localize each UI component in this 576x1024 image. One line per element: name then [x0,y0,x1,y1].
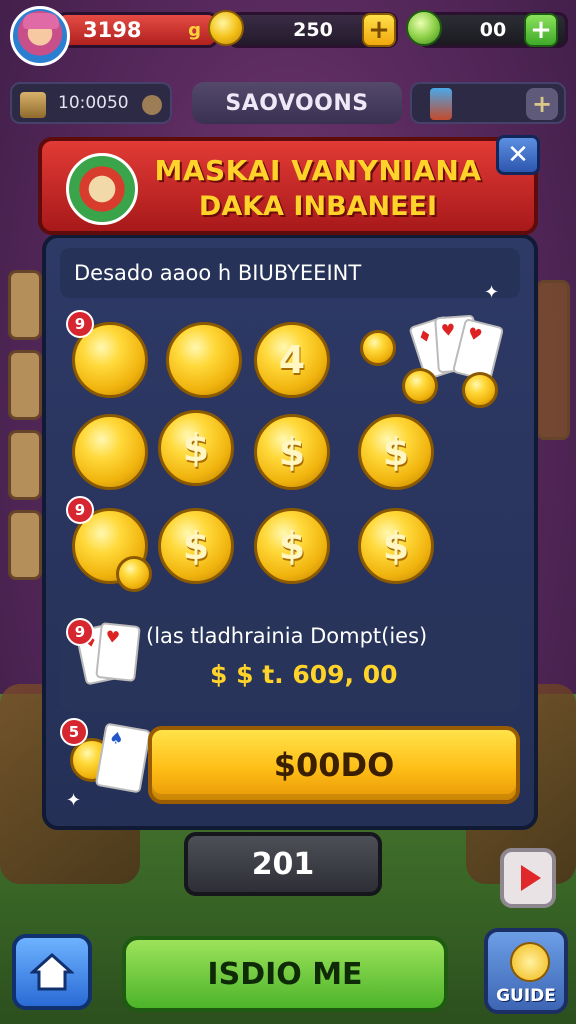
character-emblem-icon [66,153,138,225]
dialog-title-line2: DAKA INBANEEI [198,191,438,222]
count-badge: 5 [60,718,88,746]
guide-button[interactable]: GUIDE [484,928,568,1014]
coin-item[interactable]: $ [358,414,434,490]
play-icon [521,865,541,891]
inventory-value: 10:0050 [58,93,129,113]
coin-item[interactable]: $ [358,508,434,584]
coin-item[interactable]: $ [158,410,234,486]
home-button[interactable] [12,934,92,1010]
main-action-button[interactable]: ISDIO ME [122,936,448,1012]
coin-grid: 9 4 ♦ ♥ ♥ $ $ $ 9 $ $ $ [60,302,526,602]
offer-box[interactable]: 9 ♦ ♥ (las tladhrainia Dompt(ies) $ $ t.… [60,614,520,712]
count-badge: 9 [66,496,94,524]
offer-title: (las tladhrainia Dompt(ies) [146,624,428,648]
coin-small [116,556,152,592]
side-character-card [8,510,42,580]
home-icon [30,952,74,991]
ticket-icon [406,10,442,46]
coins-suffix: g [188,19,201,41]
coin-item[interactable]: $ [158,508,234,584]
side-character-card [8,350,42,420]
coin-item[interactable] [166,322,242,398]
dialog-title-line1: MASKAI VANYNIANA [154,154,482,187]
coin-item[interactable]: 4 [254,322,330,398]
secondary-bar: 10:0050 SAOVOONS + [10,82,566,126]
gems-value: 250 [293,19,333,41]
plus-icon: + [530,15,552,45]
coin-item[interactable]: $ [254,414,330,490]
tickets-value: 00 [479,19,507,41]
coin-item[interactable]: $ [254,508,330,584]
add-drink-button[interactable]: + [526,88,558,120]
count-badge: 9 [66,310,94,338]
dialog-panel: Desado aaoo h BIUBYEEINT 9 4 ♦ ♥ ♥ $ $ $… [42,234,538,830]
coins-counter: 3198 g [56,12,218,48]
guide-label: GUIDE [496,986,556,1006]
drink-icon [430,88,452,120]
drink-counter[interactable]: + [410,82,566,124]
avatar-hair [23,13,59,29]
plus-icon: + [368,15,390,45]
coins-value: 3198 [83,18,142,42]
offer-price: $ $ t. 609, 00 [210,660,398,689]
side-character-card [8,430,42,500]
add-gems-button[interactable]: + [362,13,396,47]
coin-small [462,372,498,408]
play-button[interactable] [500,848,556,908]
sparkle-icon: ✦ [66,790,82,811]
top-resource-bar: 3198 g 250 + 00 + [8,6,568,66]
card-spade-icon: ♠ [94,722,152,794]
inventory-counter[interactable]: 10:0050 [10,82,172,124]
sparkle-icon: ✦ [484,282,500,303]
guide-icon [510,942,550,982]
dialog-banner: MASKAI VANYNIANA DAKA INBANEEI ✕ [38,135,540,235]
coin-small [360,330,396,366]
counter-display: 201 [184,832,382,896]
avatar[interactable] [10,6,70,66]
buy-row: 5 ♠ $00DO [60,718,520,808]
coin-icon [208,10,244,46]
buy-button[interactable]: $00DO [148,726,520,804]
section-title: SAOVOONS [192,82,402,124]
add-tickets-button[interactable]: + [524,13,558,47]
count-badge: 9 [66,618,94,646]
side-decoration [536,280,570,440]
scroll-icon [20,92,46,118]
close-icon: ✕ [507,140,529,170]
coin-small [402,368,438,404]
side-character-card [8,270,42,340]
card: ♥ [95,622,141,682]
coin-item[interactable] [72,414,148,490]
panel-header: Desado aaoo h BIUBYEEINT [60,248,520,298]
close-button[interactable]: ✕ [496,135,540,175]
nut-icon [142,95,162,115]
